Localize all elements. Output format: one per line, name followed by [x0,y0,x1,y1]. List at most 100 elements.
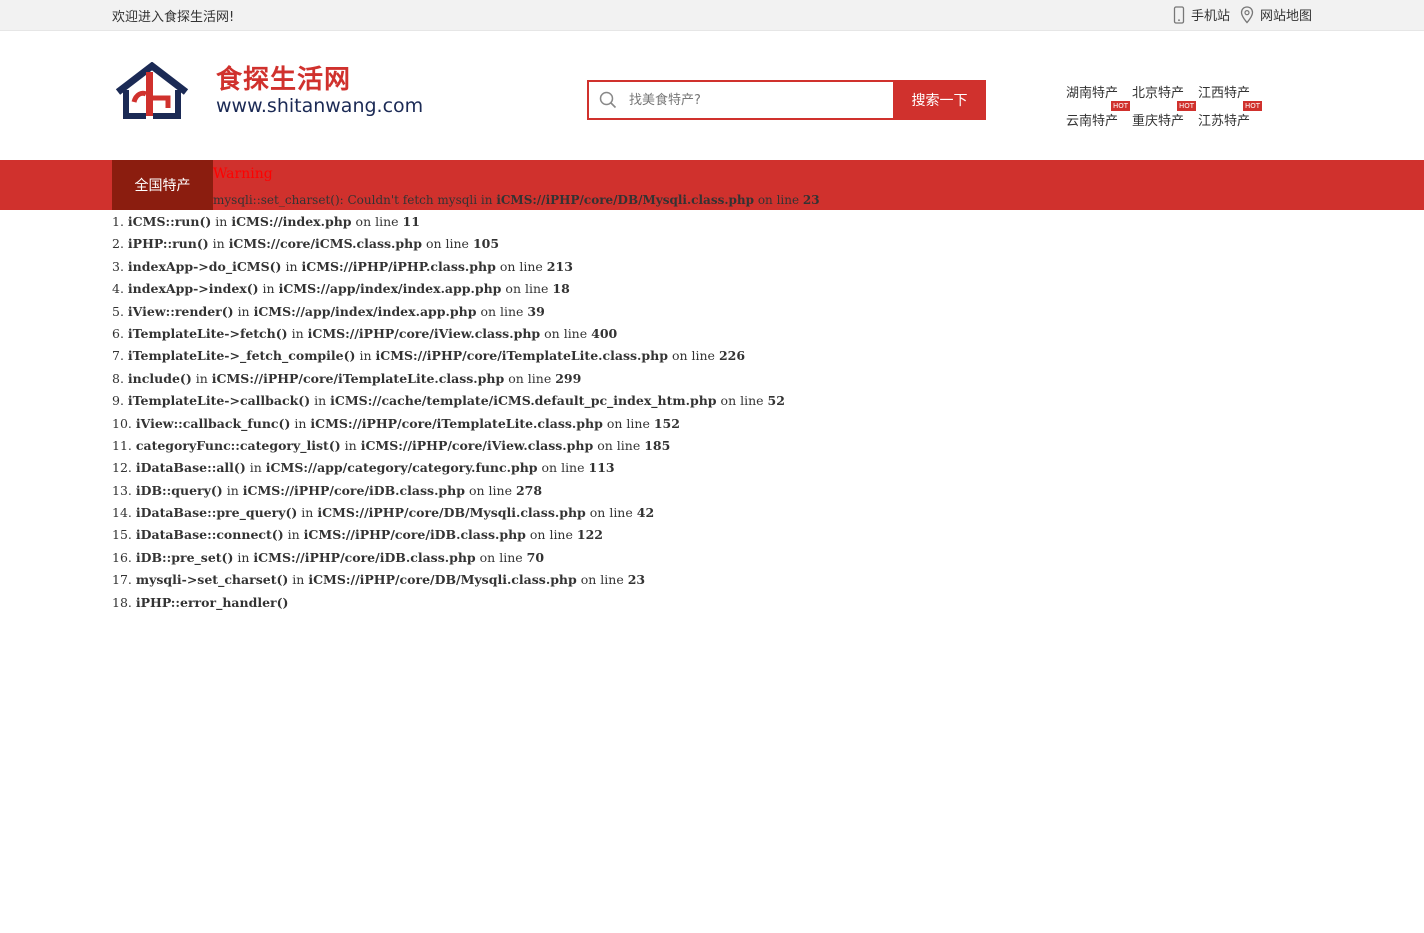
trace-in: in [226,482,239,498]
trace-in: in [249,460,262,476]
region-label: 重庆特产 [1132,113,1185,129]
warning-message: mysqli::set_charset(): Couldn't fetch my… [213,193,820,207]
trace-on-line: on line [480,303,524,319]
region-link-beijing[interactable]: 北京特产 [1132,82,1184,101]
search-button[interactable]: 搜索一下 [893,80,986,120]
trace-on-line: on line [505,281,549,297]
trace-in: in [294,415,307,431]
trace-num: 12. [112,460,132,476]
trace-in: in [285,258,298,274]
trace-num: 16. [112,549,132,565]
trace-in: in [344,437,357,453]
trace-func: iView::callback_func() [135,415,291,431]
trace-line: 52 [767,393,785,409]
trace-on-line: on line [508,370,552,386]
trace-func: indexApp->index() [127,281,259,297]
trace-num: 2. [112,236,124,252]
all-specialties-menu[interactable]: 全国特产 [112,160,213,210]
trace-on-line: on line [355,214,399,229]
stack-trace-row: 8. include() in iCMS://iPHP/core/iTempla… [112,368,785,390]
trace-line: 39 [527,303,545,319]
stack-trace-row: 12. iDataBase::all() in iCMS://app/categ… [112,457,785,479]
warning-msg-mid: on line [754,193,803,207]
stack-trace-row: 3. indexApp->do_iCMS() in iCMS://iPHP/iP… [112,256,785,278]
region-link-chongqing[interactable]: 重庆特产 HOT [1132,100,1197,129]
trace-line: 278 [515,482,543,498]
region-link-jiangxi[interactable]: 江西特产 [1198,82,1250,101]
stack-trace-row: 10. iView::callback_func() in iCMS://iPH… [112,413,785,435]
trace-file: iCMS://app/category/category.func.php [265,460,538,476]
warning-title: Warning [213,166,273,182]
mobile-site-link[interactable]: 手机站 [1173,5,1230,24]
region-link-jiangsu[interactable]: 江苏特产 HOT [1198,100,1263,129]
trace-on-line: on line [499,258,543,274]
stack-trace-row: 13. iDB::query() in iCMS://iPHP/core/iDB… [112,480,785,502]
trace-on-line: on line [606,415,650,431]
stack-trace-row: 6. iTemplateLite->fetch() in iCMS://iPHP… [112,323,785,345]
trace-line: 400 [591,325,618,341]
phone-icon [1173,5,1185,24]
stack-trace-row: 9. iTemplateLite->callback() in iCMS://c… [112,390,785,412]
trace-in: in [301,505,314,521]
trace-on-line: on line [544,325,588,341]
trace-in: in [215,214,228,229]
warning-msg-prefix: mysqli::set_charset(): Couldn't fetch my… [213,193,497,207]
warning-msg-line: 23 [802,193,820,207]
location-pin-icon [1240,5,1254,24]
trace-file: iCMS://app/index/index.app.php [278,281,502,297]
trace-line: 105 [472,236,500,252]
trace-in: in [359,348,372,364]
trace-num: 8. [112,370,124,386]
site-logo[interactable]: 食探生活网 www.shitanwang.com [112,61,423,121]
search-icon [599,91,617,109]
sitemap-link[interactable]: 网站地图 [1240,5,1312,24]
logo-text: 食探生活网 www.shitanwang.com [216,65,423,117]
trace-num: 1. [112,214,124,229]
trace-func: iDataBase::pre_query() [135,505,298,521]
house-logo-icon [112,62,192,120]
trace-in: in [287,527,300,543]
trace-in: in [212,236,225,252]
trace-line: 213 [546,258,573,274]
region-label: 云南特产 [1066,113,1119,129]
trace-on-line: on line [529,527,573,543]
trace-on-line: on line [541,460,585,476]
trace-line: 299 [555,370,582,386]
stack-trace-row: 4. indexApp->index() in iCMS://app/index… [112,278,785,300]
trace-file: iCMS://iPHP/core/iView.class.php [307,325,541,341]
trace-file: iCMS://iPHP/iPHP.class.php [301,258,496,274]
trace-num: 3. [112,258,124,274]
hot-badge: HOT [1176,100,1197,111]
search-input[interactable] [627,91,881,109]
trace-num: 18. [112,594,132,610]
hot-regions: 湖南特产 北京特产 江西特产 云南特产 HOT 重庆特产 HOT 江苏特产 HO… [1066,77,1296,133]
trace-file: iCMS://iPHP/core/DB/Mysqli.class.php [317,505,586,521]
stack-trace-row: 11. categoryFunc::category_list() in iCM… [112,435,785,457]
trace-line: 42 [636,505,655,521]
trace-num: 6. [112,325,124,341]
trace-on-line: on line [720,393,764,409]
trace-num: 17. [112,572,132,588]
region-link-hunan[interactable]: 湖南特产 [1066,82,1118,101]
trace-line: 18 [552,281,570,297]
region-link-yunnan[interactable]: 云南特产 HOT [1066,100,1131,129]
trace-num: 5. [112,303,124,319]
trace-on-line: on line [479,549,523,565]
trace-line: 226 [718,348,746,364]
trace-func: indexApp->do_iCMS() [127,258,282,274]
stack-trace-row: 2. iPHP::run() in iCMS://core/iCMS.class… [112,233,785,255]
trace-in: in [237,549,250,565]
stack-trace-row: 14. iDataBase::pre_query() in iCMS://iPH… [112,502,785,524]
trace-file: iCMS://iPHP/core/iTemplateLite.class.php [310,415,603,431]
trace-line: 23 [627,572,646,588]
top-bar: 欢迎进入食探生活网! 手机站 网站地图 [0,0,1424,31]
trace-func: iDB::query() [135,482,223,498]
trace-func: iPHP::run() [127,236,209,252]
trace-file: iCMS://index.php [231,214,352,229]
region-label: 江苏特产 [1198,113,1251,129]
trace-line: 11 [402,214,420,229]
hot-badge: HOT [1242,100,1263,111]
stack-trace: 1. iCMS::run() in iCMS://index.php on li… [112,211,785,614]
trace-num: 15. [112,527,132,543]
trace-num: 7. [112,348,124,364]
